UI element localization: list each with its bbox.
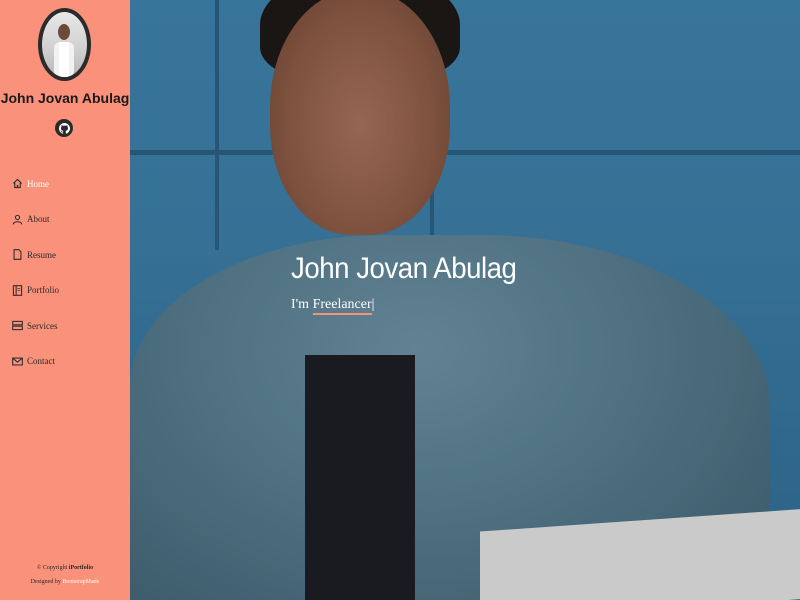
hero-section (130, 0, 800, 600)
github-link[interactable] (55, 119, 73, 137)
hero-title: John Jovan Abulag (291, 252, 517, 285)
sidebar-footer: © Copyright iPortfolio Designed by Boots… (0, 565, 130, 593)
credits-prefix: Designed by (30, 579, 63, 585)
server-icon (12, 320, 23, 331)
nav-label: Resume (27, 249, 56, 260)
copyright-prefix: © Copyright (36, 565, 69, 571)
nav-label: About (27, 214, 50, 225)
nav-label: Contact (27, 356, 55, 367)
designer-link[interactable]: BootstrapMade (62, 579, 99, 585)
copyright: © Copyright iPortfolio (0, 565, 130, 571)
typed-role: Freelancer (312, 297, 372, 315)
sidebar: John Jovan Abulag Home About Resume Port… (0, 0, 130, 600)
github-icon (58, 122, 70, 134)
credits: Designed by BootstrapMade (0, 579, 130, 585)
user-icon (12, 214, 23, 225)
hero-subtitle: I'm Freelancer| (291, 297, 375, 315)
book-icon (12, 284, 23, 296)
brand-name: iPortfolio (68, 565, 94, 571)
profile-name: John Jovan Abulag (0, 90, 130, 106)
hero-prefix: I'm (291, 297, 313, 312)
nav-item-about[interactable]: About (12, 202, 59, 238)
nav-label: Portfolio (27, 285, 60, 296)
avatar (38, 8, 91, 81)
nav-item-services[interactable]: Services (12, 308, 59, 344)
nav-item-home[interactable]: Home (12, 166, 59, 202)
nav-item-contact[interactable]: Contact (12, 344, 59, 380)
nav-label: Home (27, 178, 49, 189)
nav-item-portfolio[interactable]: Portfolio (12, 273, 59, 309)
file-icon (12, 249, 23, 261)
envelope-icon (12, 356, 23, 367)
nav-menu: Home About Resume Portfolio Services Con… (12, 166, 59, 379)
home-icon (12, 178, 23, 189)
nav-label: Services (27, 320, 58, 331)
nav-item-resume[interactable]: Resume (12, 237, 59, 273)
typed-cursor: | (371, 297, 375, 312)
